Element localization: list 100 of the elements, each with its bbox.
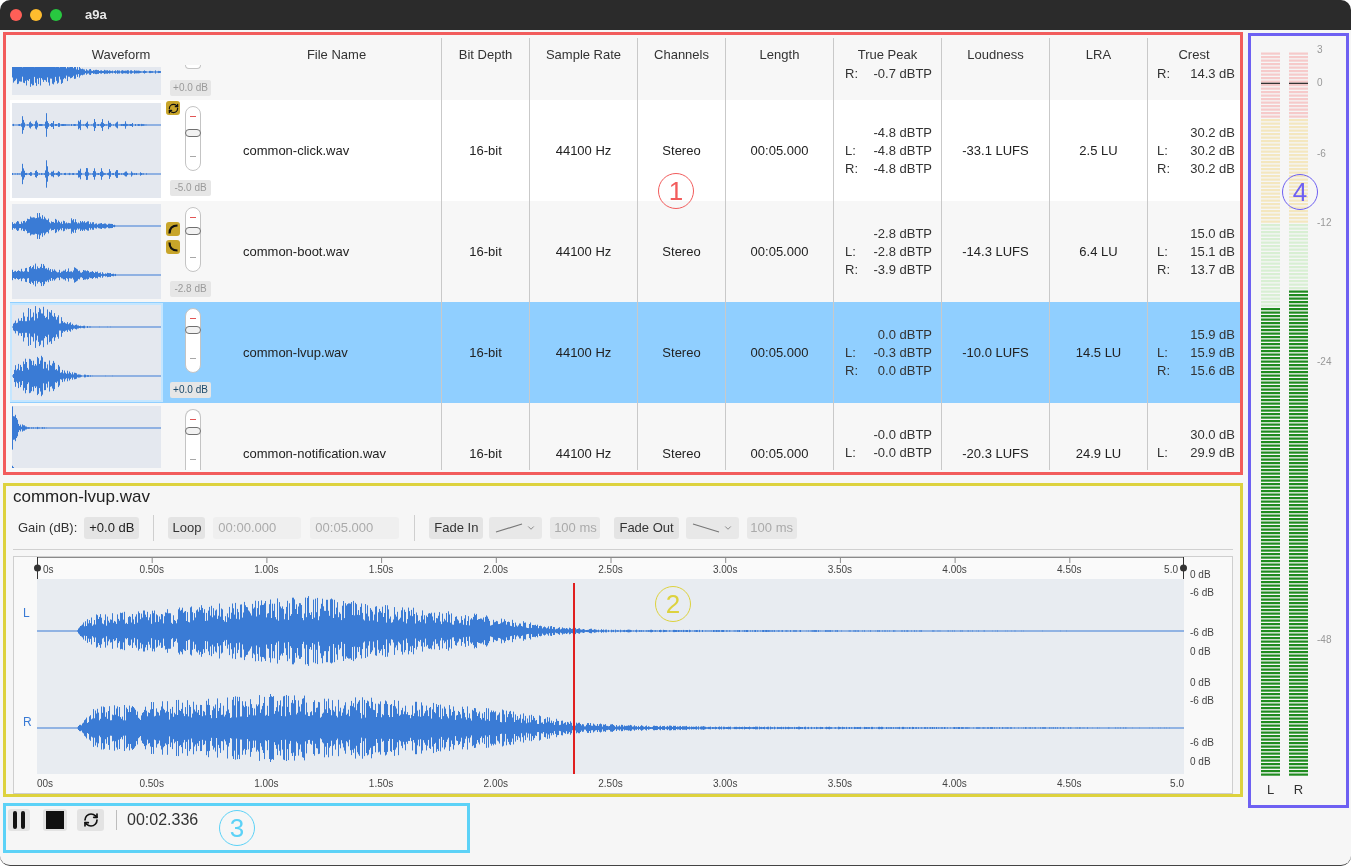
column-header: File Name <box>306 47 367 63</box>
channel-label: L: <box>845 242 856 261</box>
gain-field[interactable]: +0.0 dB <box>84 517 140 539</box>
slider-thumb[interactable] <box>185 129 201 138</box>
crest-factor-value: 15.0 dB <box>1190 224 1235 243</box>
scale-label: -6 <box>1317 148 1326 160</box>
scale-label: 0 <box>1317 77 1323 89</box>
channel-label: R: <box>845 159 858 178</box>
gain-slider-track[interactable] <box>185 207 201 272</box>
duration-value: 00:05.000 <box>750 141 809 160</box>
time-label: 00s <box>37 778 54 790</box>
true-peak-value: -4.8 dBTP <box>873 123 932 142</box>
gain-slider-track[interactable] <box>185 65 201 69</box>
gain-readout: +0.0 dB <box>170 382 211 398</box>
close-button[interactable] <box>10 9 22 21</box>
true-peak-value: -0.0 dBTP <box>873 444 932 462</box>
time-label: 2.50s <box>598 778 623 790</box>
channel-label: R: <box>1157 260 1170 279</box>
channel-label: L: <box>1157 444 1168 462</box>
db-label: 0 dB <box>1190 756 1211 768</box>
db-label: -6 dB <box>1190 695 1214 707</box>
time-label: 5.0 <box>1170 778 1184 790</box>
time-label: 1.50s <box>368 564 394 576</box>
true-peak-value: -4.8 dBTP <box>873 159 932 178</box>
handle-icon[interactable] <box>1179 557 1188 579</box>
channel-label: R <box>1293 783 1304 797</box>
time-label: 2.00s <box>483 564 509 576</box>
duration-value: 00:05.000 <box>750 242 809 261</box>
loop-button[interactable] <box>77 809 104 831</box>
sample-rate-value: 44100 Hz <box>555 343 612 362</box>
zoom-button[interactable] <box>50 9 62 21</box>
gain-slider-track[interactable] <box>185 106 201 171</box>
column-header: Waveform <box>91 47 151 63</box>
channel-label: L <box>23 606 30 620</box>
sample-rate-value: 44100 Hz <box>555 141 612 160</box>
db-label: 0 dB <box>1190 677 1211 689</box>
channel-label: L: <box>1157 242 1168 261</box>
bit-depth-value: 16-bit <box>469 242 502 261</box>
time-label: 4.00s <box>942 564 967 576</box>
duration-value: 00:05.000 <box>750 445 809 463</box>
time-label: 0.50s <box>139 564 164 576</box>
loudness-range-value: 6.4 LU <box>1079 242 1118 261</box>
fade-in-button[interactable]: Fade In <box>429 517 484 539</box>
chevron-down-icon <box>526 523 537 533</box>
loudness-value: -20.3 LUFS <box>962 445 1029 463</box>
channel-label: L <box>1266 783 1275 797</box>
file-name: common-lvup.wav <box>243 343 348 362</box>
db-label: 0 dB <box>1190 646 1211 658</box>
playhead[interactable] <box>572 583 575 774</box>
gain-readout: -5.0 dB <box>170 180 211 196</box>
channel-layout: Stereo <box>662 141 701 160</box>
crest-factor-value: 13.7 dB <box>1190 260 1235 279</box>
channel-label: R: <box>845 65 858 83</box>
file-title: common-lvup.wav <box>13 487 150 507</box>
handle-icon[interactable] <box>33 557 42 579</box>
loudness-value: -10.0 LUFS <box>962 343 1029 362</box>
channel-label: L: <box>1157 343 1168 362</box>
true-peak-value: 0.0 dBTP <box>877 325 932 344</box>
db-label: -6 dB <box>1190 737 1214 749</box>
stop-icon <box>46 811 64 829</box>
time-label: 2.50s <box>598 564 623 576</box>
table-row[interactable]: +0.0 dB common-lvup.wav 16-bit 44100 Hz Stereo 00:05.000 0.0 dBTP L: -0.3 dBTP R: 0.0 dBTP -10.0 LUFS 14.5 LU 15.9 dB L: 15.9 dB R: 15.6 dB <box>10 302 1240 403</box>
time-label: 4.00s <box>942 778 967 790</box>
true-peak-value: -0.0 dBTP <box>873 426 932 444</box>
slider-thumb[interactable] <box>185 326 201 335</box>
column-header: Channels <box>654 47 709 63</box>
column-header: True Peak <box>857 47 918 63</box>
file-name: common-boot.wav <box>243 242 350 261</box>
column-header: Crest <box>1178 47 1210 63</box>
gain-slider-track[interactable] <box>185 308 201 373</box>
loudness-range-value: 14.5 LU <box>1075 343 1122 362</box>
gain-slider-track[interactable] <box>185 409 201 470</box>
crest-factor-value: 14.3 dB <box>1190 65 1235 83</box>
time-label: 4.50s <box>1057 564 1082 576</box>
fade-out-button[interactable]: Fade Out <box>614 517 679 539</box>
channel-label: R: <box>1157 159 1170 178</box>
playback-time: 00:02.336 <box>127 810 199 830</box>
channel-label: R: <box>845 361 858 380</box>
column-header: Loudness <box>967 47 1024 63</box>
scale-label: -12 <box>1317 217 1332 229</box>
bit-depth-value: 16-bit <box>469 445 502 463</box>
pause-icon <box>12 811 26 829</box>
time-label: 3.50s <box>827 564 853 576</box>
stop-button[interactable] <box>43 809 67 831</box>
duration-value: 00:05.000 <box>750 343 809 362</box>
time-label: 3.50s <box>827 778 853 790</box>
slider-thumb[interactable] <box>185 426 201 435</box>
time-label: 0s <box>43 564 54 576</box>
channel-layout: Stereo <box>662 343 701 362</box>
chevron-down-icon <box>722 523 733 533</box>
slider-thumb[interactable] <box>185 227 201 236</box>
loop-toggle-button[interactable]: Loop <box>168 517 206 539</box>
time-label: 0.50s <box>139 778 164 790</box>
pause-button[interactable] <box>8 809 30 831</box>
minimize-button[interactable] <box>30 9 42 21</box>
db-label: 0 dB <box>1190 569 1211 581</box>
scale-label: -24 <box>1317 356 1332 368</box>
loudness-range-value: 2.5 LU <box>1079 141 1118 160</box>
sample-rate-value: 44100 Hz <box>555 445 612 463</box>
loudness-value: -33.1 LUFS <box>962 141 1029 160</box>
